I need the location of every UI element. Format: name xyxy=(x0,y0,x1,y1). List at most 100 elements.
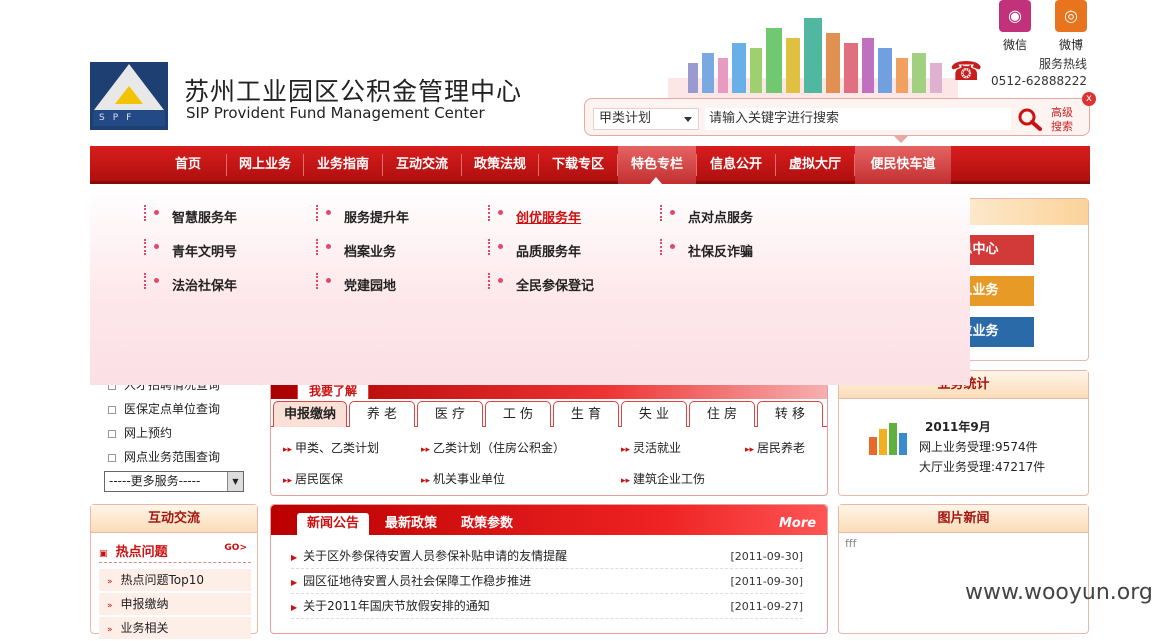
close-icon[interactable]: x xyxy=(1082,92,1096,106)
link-label: 甲类、乙类计划 xyxy=(295,441,380,455)
picture-news-panel: 图片新闻 fff xyxy=(838,504,1089,634)
link-government-unit[interactable]: ▸▸ 机关事业单位 xyxy=(421,470,505,487)
search-category-select[interactable]: 甲类计划 xyxy=(593,108,699,130)
main-nav: 首页 网上业务 业务指南 互动交流 政策法规 下载专区 特色专栏 信息公开 虚拟… xyxy=(90,146,1090,184)
news-panel: 新闻公告 最新政策 政策参数 More ▶ 关于区外参保待安置人员参保补贴申请的友… xyxy=(270,504,828,634)
link-label: 乙类计划（住房公积金） xyxy=(433,441,566,455)
news-title: 园区征地待安置人员社会保障工作稳步推进 xyxy=(303,574,532,588)
go-link[interactable]: GO> xyxy=(224,543,247,553)
hot-item[interactable]: » 申报缴纳 xyxy=(99,593,251,615)
dropdown-item[interactable]: 法治社保年 xyxy=(144,273,237,294)
bullet-icon xyxy=(498,210,503,215)
more-link[interactable]: More xyxy=(779,513,816,535)
news-row[interactable]: ▶ 关于2011年国庆节放假安排的通知 [2011-09-27] xyxy=(291,594,803,619)
wechat-link[interactable]: ◉ 微信 xyxy=(998,0,1032,53)
service-item[interactable]: 医保定点单位查询 xyxy=(108,400,220,417)
advanced-search-link[interactable]: 高级 搜索 xyxy=(1051,106,1073,134)
hot-item[interactable]: » 热点问题Top10 xyxy=(99,569,251,591)
nav-active-pointer xyxy=(650,177,662,184)
wechat-label: 微信 xyxy=(1002,38,1027,52)
search-input[interactable]: 请输入关键字进行搜索 xyxy=(705,108,1011,130)
dropdown-item[interactable]: 服务提升年 xyxy=(316,205,410,226)
page: SPF 苏州工业园区公积金管理中心 SIP Provident Fund Man… xyxy=(88,0,1096,639)
chevron-down-icon xyxy=(684,117,692,122)
weibo-link[interactable]: ◎ 微博 xyxy=(1054,0,1088,53)
dropdown-item[interactable]: 全民参保登记 xyxy=(488,273,594,294)
org-name-en: SIP Provident Fund Management Center xyxy=(186,104,485,122)
checkbox-icon xyxy=(108,453,116,462)
nav-home[interactable]: 首页 xyxy=(150,146,226,184)
dropdown-item-active[interactable]: 创优服务年 xyxy=(488,205,582,226)
chevron-down-icon: ▼ xyxy=(227,472,243,491)
dropdown-label: 创优服务年 xyxy=(516,211,582,226)
dropdown-item[interactable]: 品质服务年 xyxy=(488,239,582,260)
hot-item[interactable]: » 业务相关 xyxy=(99,617,251,639)
tab-medical[interactable]: 医 疗 xyxy=(417,401,483,427)
link-flexible-job[interactable]: ▸▸ 灵活就业 xyxy=(621,439,681,456)
link-label: 机关事业单位 xyxy=(433,472,506,486)
news-row[interactable]: ▶ 关于区外参保待安置人员参保补贴申请的友情提醒 [2011-09-30] xyxy=(291,544,803,569)
news-title: 关于2011年国庆节放假安排的通知 xyxy=(303,599,490,613)
tab-declare-pay[interactable]: 申报缴纳 xyxy=(273,401,347,427)
phone-icon: ☎ xyxy=(950,57,983,87)
link-resident-pension[interactable]: ▸▸ 居民养老 xyxy=(745,439,805,456)
hot-item-label: 业务相关 xyxy=(120,621,169,635)
bullet-icon xyxy=(670,210,675,215)
dropdown-item[interactable]: 智慧服务年 xyxy=(144,205,237,226)
search-icon[interactable] xyxy=(1017,107,1043,131)
nav-info-public[interactable]: 信息公开 xyxy=(697,146,775,184)
tab-pension[interactable]: 养 老 xyxy=(349,401,415,427)
nav-virtual-hall[interactable]: 虚拟大厅 xyxy=(776,146,854,184)
dropdown-label: 品质服务年 xyxy=(516,245,582,260)
service-label: 网点业务范围查询 xyxy=(124,450,221,464)
weibo-label: 微博 xyxy=(1058,38,1083,52)
more-services-select[interactable]: -----更多服务----- ▼ xyxy=(104,471,244,492)
tab-news-notice[interactable]: 新闻公告 xyxy=(297,513,370,535)
tab-policy-params[interactable]: 政策参数 xyxy=(461,513,513,535)
logo-inner-triangle xyxy=(115,86,143,104)
more-services-value: -----更多服务----- xyxy=(109,474,201,488)
nav-interaction[interactable]: 互动交流 xyxy=(383,146,461,184)
hot-questions-head[interactable]: ▣ 热点问题 GO> xyxy=(99,541,251,563)
nav-online-business[interactable]: 网上业务 xyxy=(227,146,303,184)
wechat-icon: ◉ xyxy=(999,0,1031,32)
tab-unemployment[interactable]: 失 业 xyxy=(621,401,687,427)
news-date: [2011-09-27] xyxy=(730,600,803,613)
nav-business-guide[interactable]: 业务指南 xyxy=(304,146,382,184)
logo[interactable]: SPF xyxy=(90,62,168,130)
skyline-banner xyxy=(668,18,958,100)
picture-news-placeholder: fff xyxy=(845,537,857,550)
service-item[interactable]: 网上预约 xyxy=(108,424,172,441)
dropdown-item[interactable]: 社保反诈骗 xyxy=(660,239,753,260)
watermark: www.wooyun.org xyxy=(965,580,1153,605)
dropdown-label: 服务提升年 xyxy=(344,211,410,226)
tab-transfer[interactable]: 转 移 xyxy=(757,401,823,427)
tab-housing[interactable]: 住 房 xyxy=(689,401,755,427)
dropdown-item[interactable]: 党建园地 xyxy=(316,273,396,294)
link-construction-injury[interactable]: ▸▸ 建筑企业工伤 xyxy=(621,470,705,487)
link-plan-ab[interactable]: ▸▸ 甲类、乙类计划 xyxy=(283,439,379,456)
link-resident-medical[interactable]: ▸▸ 居民医保 xyxy=(283,470,343,487)
hotline-label: 服务热线 xyxy=(1038,57,1087,71)
search-category-value: 甲类计划 xyxy=(599,111,652,126)
nav-policy[interactable]: 政策法规 xyxy=(462,146,538,184)
dropdown-item[interactable]: 点对点服务 xyxy=(660,205,754,226)
bullet-icon xyxy=(154,278,159,283)
nav-convenience[interactable]: 便民快车道 xyxy=(855,146,951,184)
tab-latest-policy[interactable]: 最新政策 xyxy=(385,513,437,535)
nav-download[interactable]: 下载专区 xyxy=(539,146,617,184)
bullet-icon xyxy=(154,244,159,249)
news-row[interactable]: ▶ 园区征地待安置人员社会保障工作稳步推进 [2011-09-30] xyxy=(291,569,803,594)
dropdown-label: 点对点服务 xyxy=(688,211,754,226)
service-item[interactable]: 网点业务范围查询 xyxy=(108,448,220,465)
arrow-icon: ▣ xyxy=(99,549,108,559)
dropdown-item[interactable]: 档案业务 xyxy=(316,239,396,260)
advanced-search-label-2: 搜索 xyxy=(1051,120,1073,133)
tab-injury[interactable]: 工 伤 xyxy=(485,401,551,427)
dropdown-item[interactable]: 青年文明号 xyxy=(144,239,237,260)
link-plan-b-housing[interactable]: ▸▸ 乙类计划（住房公积金） xyxy=(421,439,565,456)
tab-maternity[interactable]: 生 育 xyxy=(553,401,619,427)
picture-news-title: 图片新闻 xyxy=(839,505,1088,533)
special-column-dropdown: 智慧服务年 青年文明号 法治社保年 服务提升年 档案业务 党建园地 创优服务年 … xyxy=(90,185,970,385)
hotline-number: 0512-62888222 xyxy=(991,74,1087,88)
